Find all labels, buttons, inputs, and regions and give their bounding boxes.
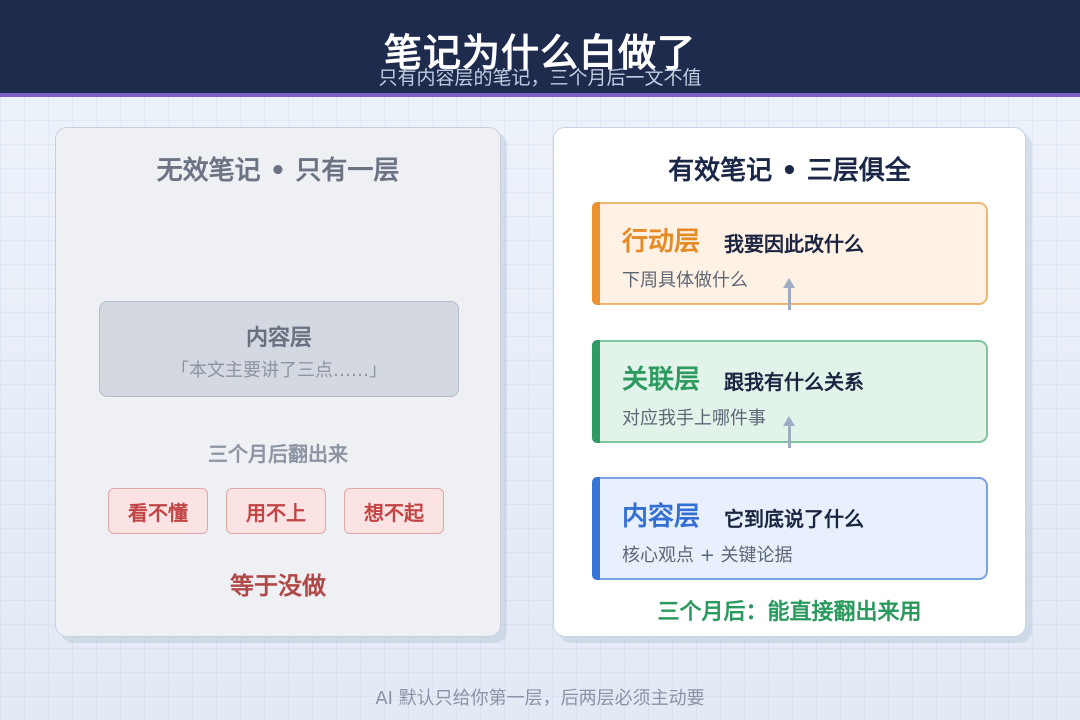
effective-notes-panel: 有效笔记 • 三层俱全 行动层 我要因此改什么 下周具体做什么 关联层 跟我有什… [553, 127, 1026, 637]
effective-result: 三个月后：能直接翻出来用 [657, 600, 922, 625]
problem-tag: 看不懂 [108, 488, 208, 534]
effective-panel-title: 有效笔记 • 三层俱全 [668, 156, 911, 186]
ineffective-notes-panel: 无效笔记 • 只有一层 内容层 「本文主要讲了三点……」 三个月后翻出来 看不懂… [55, 127, 501, 637]
ineffective-result: 等于没做 [230, 572, 326, 600]
problem-tag: 用不上 [226, 488, 326, 534]
layer-question: 我要因此改什么 [724, 232, 864, 256]
problem-tag: 想不起 [344, 488, 444, 534]
layer-question: 它到底说了什么 [724, 507, 864, 531]
ineffective-panel-title: 无效笔记 • 只有一层 [156, 156, 400, 186]
header-accent-bar [0, 93, 1080, 97]
three-months-label: 三个月后翻出来 [208, 442, 348, 466]
footer-note: AI 默认只给你第一层，后两层必须主动要 [375, 688, 705, 709]
up-arrow-icon [783, 416, 795, 448]
content-layer-title: 内容层 [245, 326, 312, 351]
layer-name: 内容层 [622, 502, 701, 532]
content-layer-card: 内容层 它到底说了什么 核心观点 + 关键论据 [592, 477, 988, 580]
layer-description: 对应我手上哪件事 [622, 408, 766, 429]
up-arrow-icon [783, 278, 795, 310]
layer-name: 行动层 [622, 227, 701, 257]
layer-question: 跟我有什么关系 [724, 370, 864, 394]
header-banner: 笔记为什么白做了 只有内容层的笔记，三个月后一文不值 [0, 0, 1080, 93]
layer-description: 下周具体做什么 [622, 270, 748, 291]
layer-name: 关联层 [622, 365, 701, 395]
single-content-layer-box: 内容层 「本文主要讲了三点……」 [99, 301, 459, 397]
page-subtitle: 只有内容层的笔记，三个月后一文不值 [378, 67, 702, 89]
content-layer-example: 「本文主要讲了三点……」 [171, 360, 387, 381]
layer-description: 核心观点 + 关键论据 [622, 545, 793, 566]
